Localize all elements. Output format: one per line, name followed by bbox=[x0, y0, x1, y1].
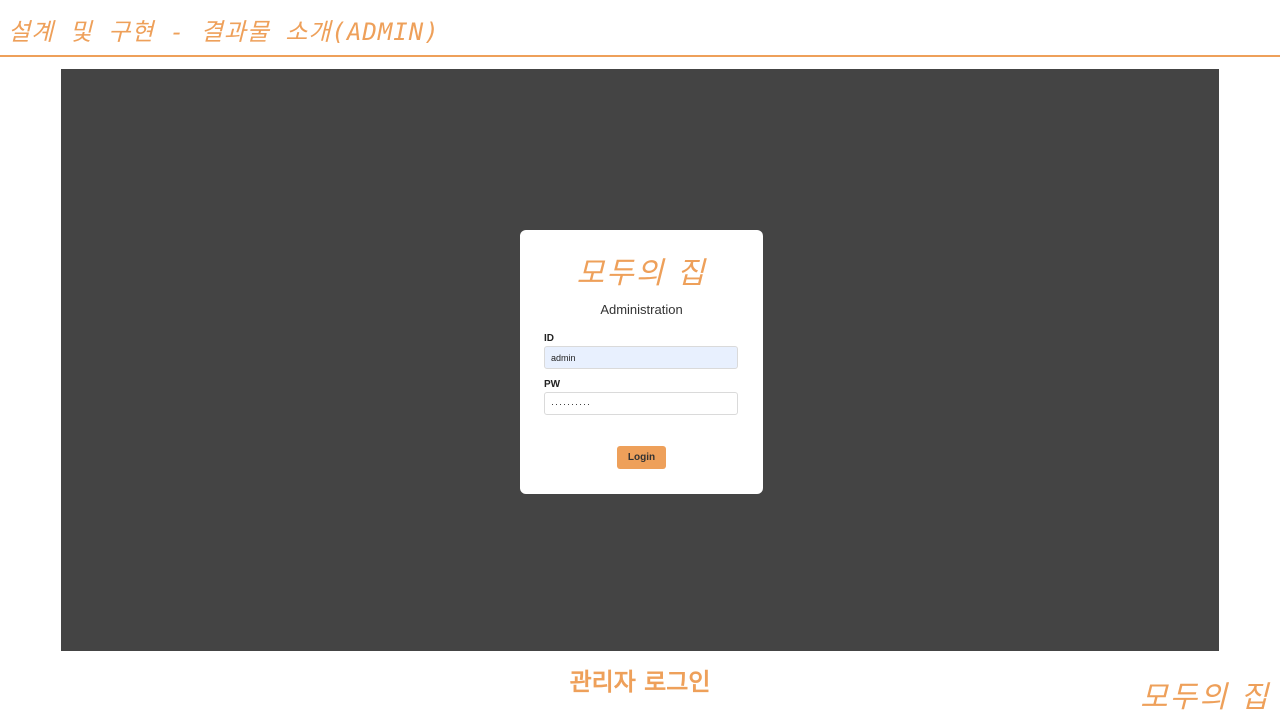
slide-header: 설계 및 구현 - 결과물 소개(ADMIN) bbox=[0, 0, 1280, 57]
pw-input[interactable] bbox=[544, 392, 738, 415]
screenshot-backdrop: 모두의 집 Administration ID PW Login bbox=[61, 69, 1219, 651]
pw-label: PW bbox=[544, 379, 561, 390]
id-input[interactable] bbox=[544, 346, 738, 369]
slide-caption: 관리자 로그인 bbox=[569, 668, 711, 696]
login-card: 모두의 집 Administration ID PW Login bbox=[520, 230, 763, 494]
id-label: ID bbox=[544, 333, 554, 344]
login-button[interactable]: Login bbox=[617, 446, 666, 469]
login-subtitle: Administration bbox=[600, 302, 683, 317]
slide-title: 설계 및 구현 - 결과물 소개(ADMIN) bbox=[8, 18, 440, 46]
brand-logo: 모두의 집 bbox=[576, 256, 707, 291]
corner-logo: 모두의 집 bbox=[1140, 680, 1270, 715]
